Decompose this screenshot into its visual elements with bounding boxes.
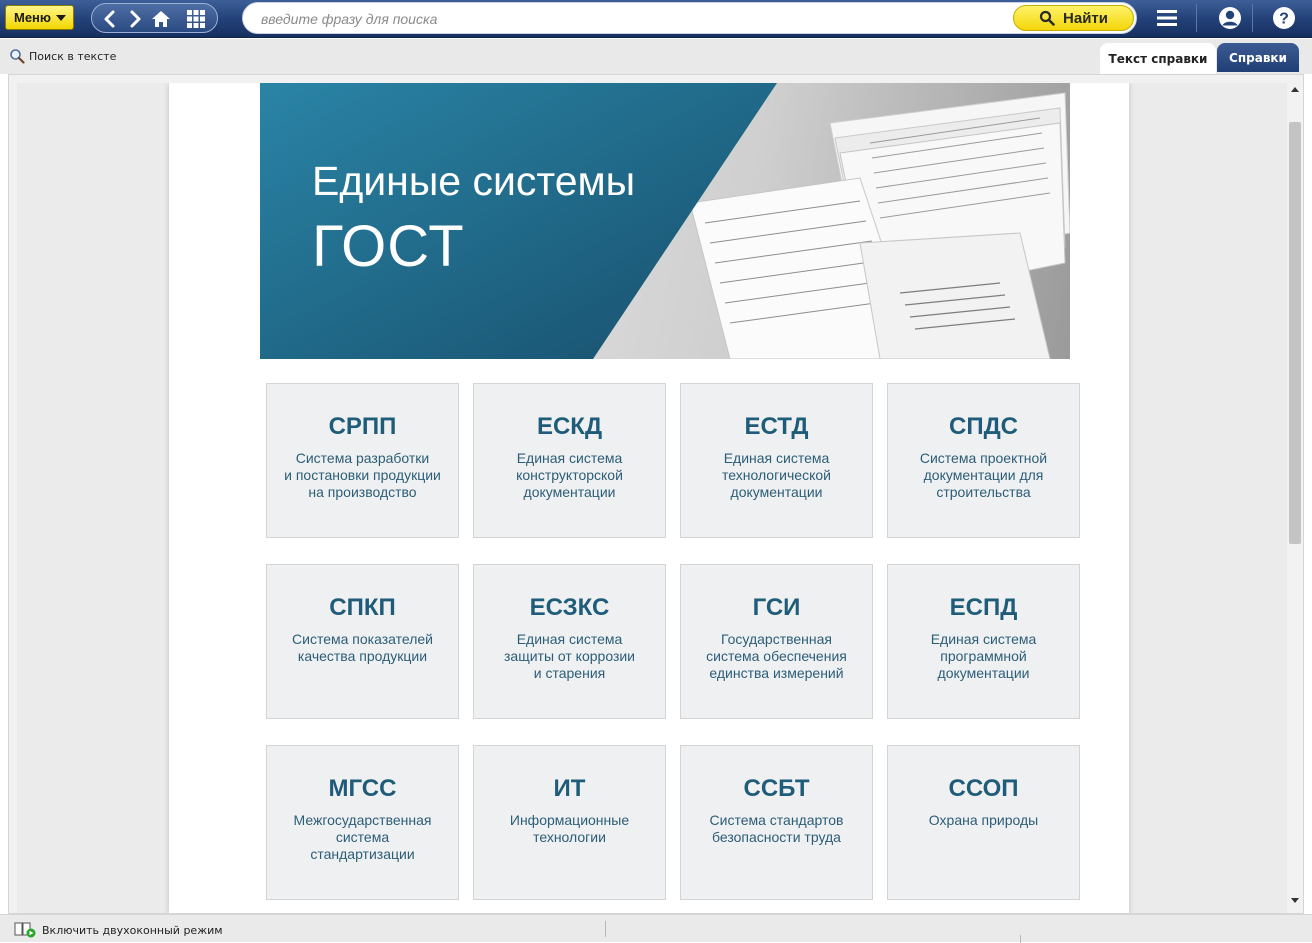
- card-abbreviation: ССОП: [948, 775, 1019, 802]
- menu-button[interactable]: Меню: [5, 5, 74, 30]
- dual-window-mode-label: Включить двухоконный режим: [42, 923, 223, 937]
- grid-icon[interactable]: [186, 9, 206, 29]
- card-estd[interactable]: ЕСТД Единая система технологической доку…: [680, 383, 873, 538]
- svg-text:?: ?: [1279, 11, 1289, 28]
- dual-window-mode-toggle[interactable]: Включить двухоконный режим: [14, 922, 223, 938]
- card-description: Единая система конструкторской документа…: [516, 450, 623, 500]
- card-abbreviation: ССБТ: [743, 775, 810, 802]
- card-abbreviation: СПКП: [329, 594, 396, 621]
- card-it[interactable]: ИТ Информационные технологии: [473, 745, 666, 900]
- search-input[interactable]: [261, 9, 1001, 29]
- card-description: Система стандартов безопасности труда: [709, 812, 844, 845]
- find-button-label: Найти: [1063, 9, 1108, 27]
- card-abbreviation: ЕСПД: [949, 594, 1018, 621]
- forward-icon[interactable]: [125, 9, 145, 29]
- magnifier-icon: [10, 49, 25, 64]
- status-bar: Включить двухоконный режим: [0, 914, 1312, 943]
- card-description: Межгосударственная система стандартизаци…: [293, 812, 432, 862]
- card-espd[interactable]: ЕСПД Единая система программной документ…: [887, 564, 1080, 719]
- card-ssbt[interactable]: ССБТ Система стандартов безопасности тру…: [680, 745, 873, 900]
- dual-window-icon: [14, 922, 36, 938]
- status-divider: [605, 921, 606, 937]
- document-page: Единые системы ГОСТ СРПП Система разрабо…: [169, 83, 1129, 913]
- card-description: Единая система защиты от коррозии и стар…: [503, 631, 636, 681]
- card-description: Единая система технологической документа…: [722, 450, 831, 500]
- card-mgss[interactable]: МГСС Межгосударственная система стандарт…: [266, 745, 459, 900]
- scroll-down-arrow-icon[interactable]: [1291, 898, 1299, 903]
- card-abbreviation: ИТ: [553, 775, 586, 802]
- navigation-group: [91, 3, 218, 33]
- tab-help-text-label: Текст справки: [1108, 51, 1208, 66]
- card-abbreviation: СРПП: [328, 413, 397, 440]
- search-icon: [1039, 10, 1055, 26]
- card-abbreviation: СПДС: [948, 413, 1018, 440]
- document-frame: Единые системы ГОСТ СРПП Система разрабо…: [8, 74, 1304, 914]
- card-description: Информационные технологии: [509, 812, 630, 845]
- chevron-down-icon: [56, 15, 66, 21]
- vertical-scrollbar[interactable]: [1287, 83, 1303, 913]
- card-abbreviation: ЕСКД: [536, 413, 603, 440]
- gost-banner: Единые системы ГОСТ: [260, 83, 1070, 359]
- hamburger-icon[interactable]: [1147, 2, 1187, 34]
- card-srpp[interactable]: СРПП Система разработки и постановки про…: [266, 383, 459, 538]
- menu-button-label: Меню: [14, 10, 52, 25]
- toolbar-divider: [1252, 4, 1253, 32]
- card-eszks[interactable]: ЕСЗКС Единая система защиты от коррозии …: [473, 564, 666, 719]
- user-icon[interactable]: [1210, 2, 1250, 34]
- card-ssop[interactable]: ССОП Охрана природы: [887, 745, 1080, 900]
- card-abbreviation: ЕСТД: [744, 413, 809, 440]
- card-description: Государственная система обеспечения един…: [706, 631, 847, 681]
- search-in-text-button[interactable]: Поиск в тексте: [9, 48, 116, 64]
- card-eskd[interactable]: ЕСКД Единая система конструкторской доку…: [473, 383, 666, 538]
- back-icon[interactable]: [100, 9, 120, 29]
- find-button[interactable]: Найти: [1013, 5, 1134, 31]
- tab-help-text[interactable]: Текст справки: [1100, 43, 1216, 74]
- card-description: Охрана природы: [928, 812, 1039, 828]
- card-description: Единая система программной документации: [930, 631, 1037, 681]
- help-icon[interactable]: ?: [1264, 2, 1304, 34]
- card-abbreviation: ЕСЗКС: [529, 594, 610, 621]
- document-background: Единые системы ГОСТ СРПП Система разрабо…: [17, 83, 1287, 913]
- tab-references-label: Справки: [1229, 50, 1287, 65]
- toolbar-divider: [1196, 4, 1197, 32]
- card-gsi[interactable]: ГСИ Государственная система обеспечения …: [680, 564, 873, 719]
- card-spkp[interactable]: СПКП Система показателей качества продук…: [266, 564, 459, 719]
- secondary-bar: Поиск в тексте Текст справки Справки: [0, 39, 1312, 74]
- card-abbreviation: МГСС: [328, 775, 397, 802]
- card-description: Система разработки и постановки продукци…: [284, 450, 441, 500]
- card-description: Система проектной документации для строи…: [919, 450, 1048, 500]
- search-in-text-label: Поиск в тексте: [29, 49, 117, 63]
- tab-references[interactable]: Справки: [1217, 43, 1299, 72]
- home-icon[interactable]: [151, 9, 171, 29]
- banner-title: Единые системы: [312, 158, 636, 204]
- banner-subtitle: ГОСТ: [312, 214, 465, 279]
- card-abbreviation: ГСИ: [752, 594, 801, 621]
- top-toolbar: Меню Найти: [0, 0, 1312, 38]
- scrollbar-thumb[interactable]: [1289, 122, 1301, 544]
- card-spds[interactable]: СПДС Система проектной документации для …: [887, 383, 1080, 538]
- scroll-up-arrow-icon[interactable]: [1291, 87, 1299, 92]
- card-description: Система показателей качества продукции: [292, 631, 433, 664]
- search-box: Найти: [242, 2, 1137, 34]
